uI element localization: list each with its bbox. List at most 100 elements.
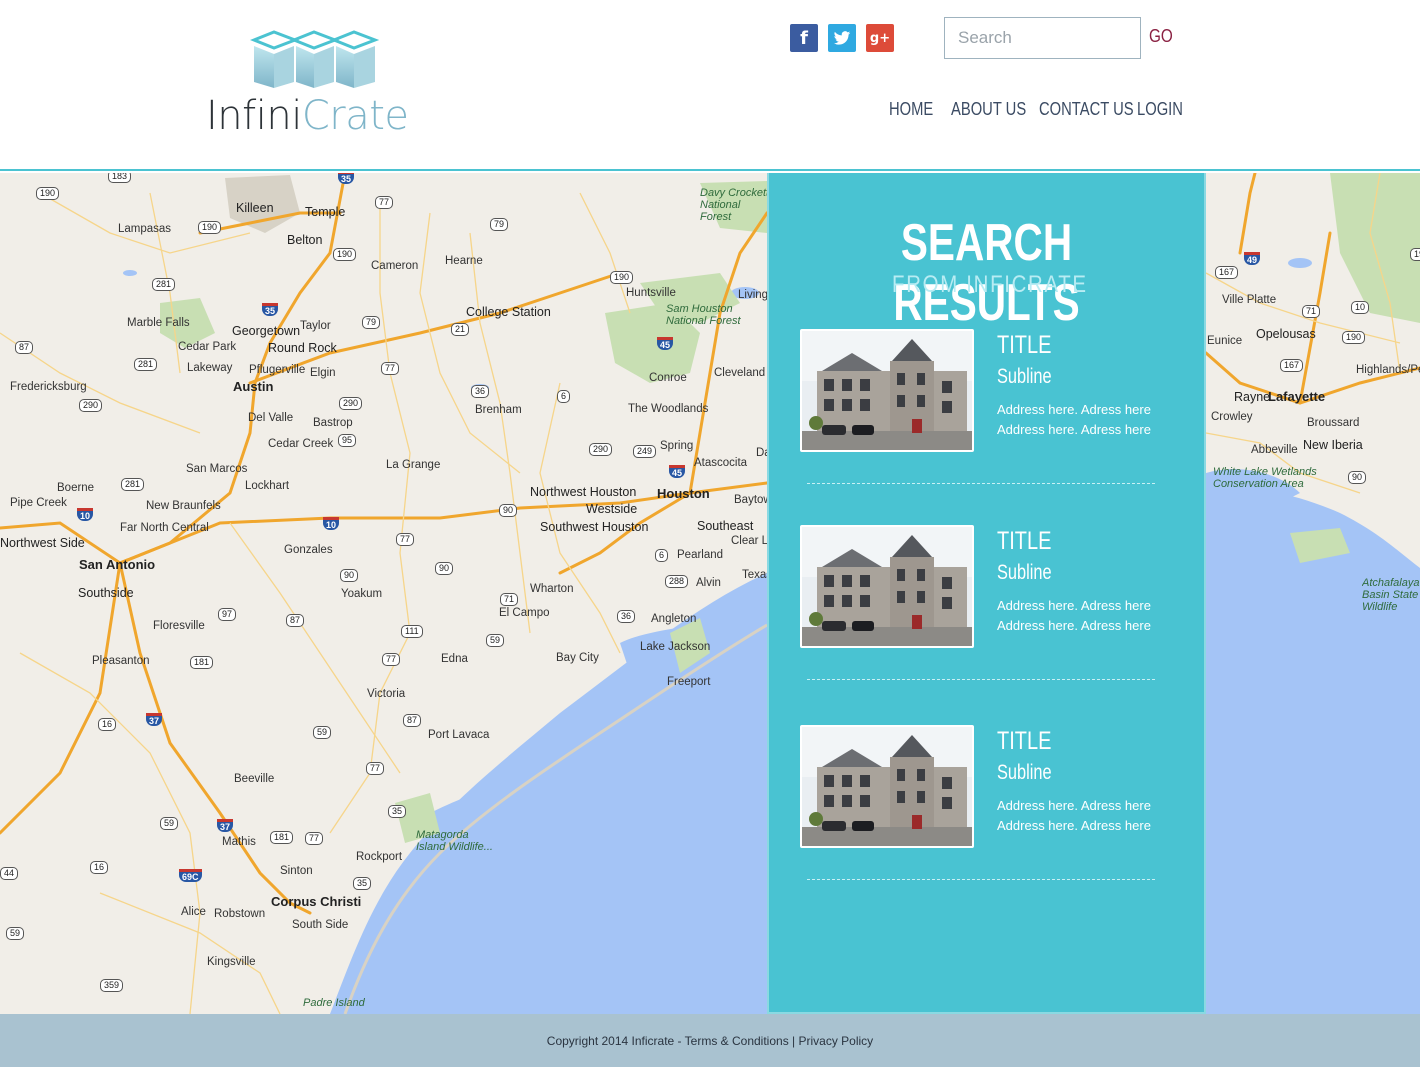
result-title[interactable]: TITLE <box>997 727 1051 756</box>
route-shield: 190 <box>610 271 634 284</box>
route-shield: 281 <box>134 358 158 371</box>
map-park-label: Atchafalaya Basin State Wildlife <box>1362 577 1420 613</box>
map-city-label: Southwest Houston <box>540 520 649 534</box>
route-shield: 190 <box>36 187 60 200</box>
map-city-label: The Woodlands <box>628 403 709 415</box>
route-shield: 95 <box>338 434 357 447</box>
map-park-label: Padre Island <box>303 997 365 1009</box>
route-shield: 10 <box>1351 301 1370 314</box>
route-shield: 281 <box>121 478 145 491</box>
map-city-label: Rockport <box>356 851 403 863</box>
result-address: Address here. Adress here <box>997 818 1151 833</box>
map-city-label: New Braunfels <box>146 500 221 512</box>
nav-home[interactable]: HOME <box>889 99 933 120</box>
map-city-label: Broussard <box>1307 417 1360 429</box>
map-city-label: Ville Platte <box>1222 294 1277 306</box>
route-shield: 77 <box>396 533 415 546</box>
result-item[interactable]: TITLE Subline Address here. Adress here … <box>800 725 1160 885</box>
map-park-label: White Lake Wetlands Conservation Area <box>1213 466 1317 490</box>
map-city-label: Kingsville <box>207 956 256 968</box>
route-shield: 35 <box>388 805 407 818</box>
map-city-label: Westside <box>586 502 638 516</box>
map-park-label: Davy Crockett National Forest <box>700 187 770 223</box>
map-city-label: Victoria <box>367 688 406 700</box>
map-city-label: Pleasanton <box>92 655 150 667</box>
google-plus-icon[interactable]: g+ <box>866 24 894 52</box>
map-city-label: Port Lavaca <box>428 729 490 741</box>
map-city-label: Cedar Creek <box>268 438 334 450</box>
footer-text: Copyright 2014 Inficrate - Terms & Condi… <box>0 1034 1420 1048</box>
route-shield: 77 <box>375 196 394 209</box>
map-city-label: Boerne <box>57 482 95 494</box>
interstate-shield: 10 <box>323 517 340 530</box>
map-city-label: Pearland <box>677 549 724 561</box>
route-shield: 190 <box>1342 331 1366 344</box>
go-button[interactable]: GO <box>1149 26 1173 47</box>
interstate-shield: 49 <box>1244 252 1261 265</box>
result-address: Address here. Adress here <box>997 618 1151 633</box>
map-city-label: South Side <box>292 919 349 931</box>
map-city-label: Lake Jackson <box>640 641 711 653</box>
map-city-label: Bay City <box>556 652 599 664</box>
twitter-icon[interactable] <box>828 24 856 52</box>
logo[interactable]: InfiniCrate <box>204 26 434 141</box>
result-subline: Subline <box>997 761 1052 784</box>
map-city-label: Rayne <box>1234 390 1271 404</box>
map-city-label: Northwest Houston <box>530 485 637 499</box>
map-city-label: College Station <box>466 305 551 319</box>
route-shield: 16 <box>90 861 109 874</box>
map-city-label: Robstown <box>214 908 266 920</box>
map-city-label: Angleton <box>651 613 697 625</box>
map-city-label: Abbeville <box>1251 444 1298 456</box>
result-subline: Subline <box>997 561 1052 584</box>
nav-login[interactable]: LOGIN <box>1137 99 1183 120</box>
result-thumbnail[interactable] <box>800 725 974 848</box>
result-item[interactable]: TITLE Subline Address here. Adress here … <box>800 525 1160 685</box>
map-city-label: Del Valle <box>248 412 294 424</box>
house-photo-icon <box>802 331 972 450</box>
nav-contact-us[interactable]: CONTACT US <box>1039 99 1134 120</box>
result-address: Address here. Adress here <box>997 422 1151 437</box>
result-subline: Subline <box>997 365 1052 388</box>
map-city-label: Alvin <box>696 577 721 589</box>
map-city-label: Cleveland <box>714 367 766 379</box>
map-city-label: Gonzales <box>284 544 333 556</box>
route-shield: 59 <box>160 817 179 830</box>
result-thumbnail[interactable] <box>800 329 974 452</box>
route-shield: 290 <box>339 397 363 410</box>
result-item[interactable]: TITLE Subline Address here. Adress here … <box>800 329 1160 489</box>
map[interactable]: Killeen Temple Belton College Station Ge… <box>0 173 1420 1014</box>
map-city-label: Mathis <box>222 836 256 848</box>
result-title[interactable]: TITLE <box>997 331 1051 360</box>
map-city-label: San Marcos <box>186 463 248 475</box>
result-thumbnail[interactable] <box>800 525 974 648</box>
route-shield: 90 <box>499 504 518 517</box>
house-photo-icon <box>802 727 972 846</box>
logo-text-part1: Infini <box>206 93 302 139</box>
result-address: Address here. Adress here <box>997 598 1151 613</box>
map-city-label: Northwest Side <box>0 536 85 550</box>
route-shield: 87 <box>15 341 34 354</box>
route-shield: 79 <box>362 316 381 329</box>
privacy-link[interactable]: Privacy Policy <box>799 1034 874 1048</box>
map-city-label: Lockhart <box>245 480 290 492</box>
route-shield: 249 <box>633 445 657 458</box>
map-city-label: Killeen <box>236 201 274 215</box>
map-city-label: San Antonio <box>79 557 156 572</box>
route-shield: 87 <box>286 614 305 627</box>
nav-about-us[interactable]: ABOUT US <box>951 99 1026 120</box>
map-city-label: Sinton <box>280 865 313 877</box>
terms-link[interactable]: Terms & Conditions <box>685 1034 789 1048</box>
route-shield: 167 <box>1215 266 1239 279</box>
map-city-label: El Campo <box>499 607 550 619</box>
route-shield: 90 <box>435 562 454 575</box>
facebook-icon[interactable]: f <box>790 24 818 52</box>
search-input[interactable] <box>944 17 1141 59</box>
map-city-label: Freeport <box>667 676 711 688</box>
result-title[interactable]: TITLE <box>997 527 1051 556</box>
route-shield: 16 <box>98 718 117 731</box>
map-city-label: Marble Falls <box>127 317 190 329</box>
map-city-label: New Iberia <box>1303 438 1363 452</box>
route-shield: 77 <box>305 832 324 845</box>
route-shield: 190 <box>1410 248 1420 261</box>
